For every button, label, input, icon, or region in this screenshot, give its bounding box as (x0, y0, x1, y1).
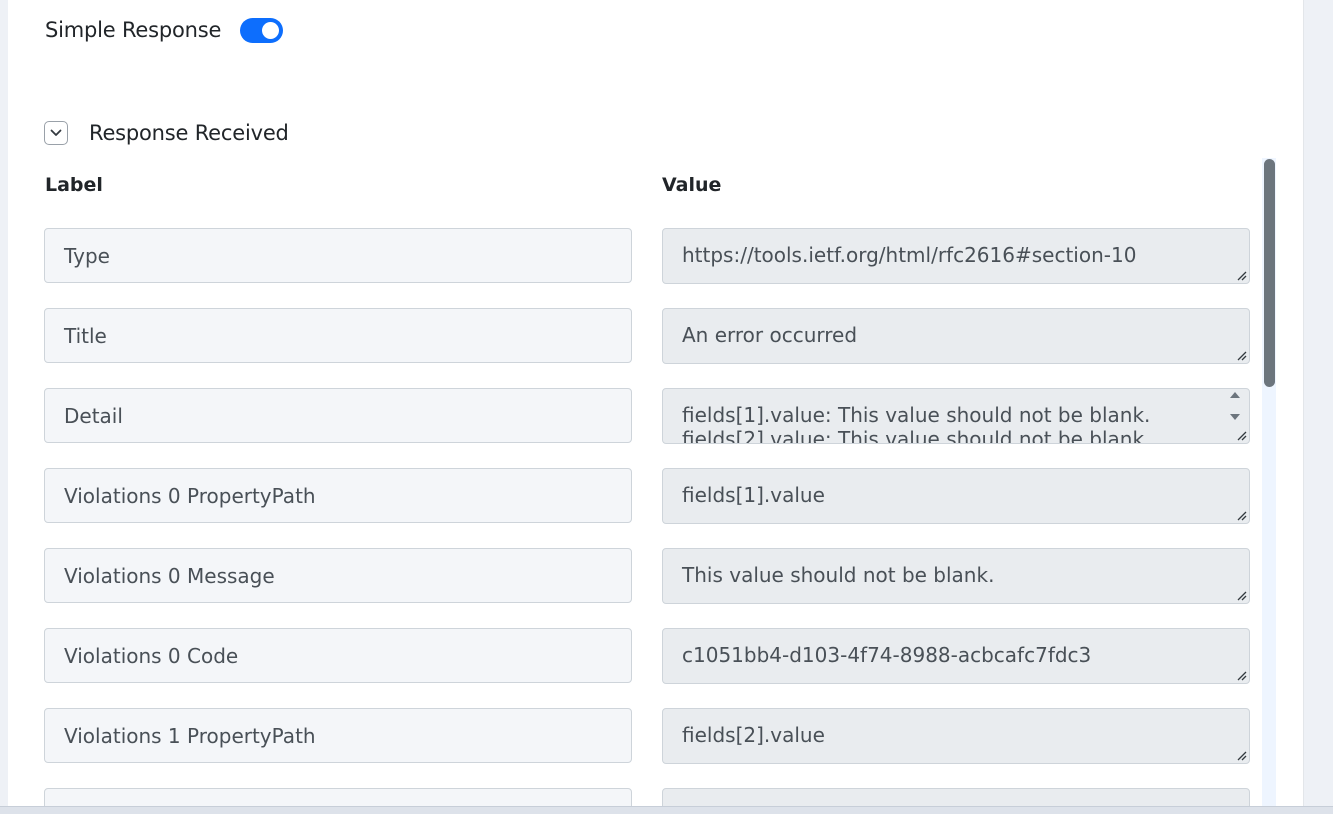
label-input[interactable]: Violations 0 PropertyPath (44, 468, 632, 523)
label-input[interactable] (44, 788, 632, 806)
value-textarea[interactable] (662, 788, 1250, 806)
value-textarea[interactable]: https://tools.ietf.org/html/rfc2616#sect… (662, 228, 1250, 284)
value-text-line-2: fields[2].value: This value should not b… (682, 427, 1151, 444)
field-row: Violations 1 PropertyPath fields[2].valu… (44, 708, 1250, 764)
resize-grip-icon[interactable] (1235, 589, 1247, 601)
resize-grip-icon[interactable] (1235, 349, 1247, 361)
value-textarea[interactable]: fields[1].value: This value should not b… (662, 388, 1250, 444)
resize-grip-icon[interactable] (1235, 429, 1247, 441)
resize-grip-icon[interactable] (1235, 269, 1247, 281)
label-input[interactable]: Violations 1 PropertyPath (44, 708, 632, 763)
label-input[interactable]: Type (44, 228, 632, 283)
response-panel: Simple Response Response Received Label … (8, 0, 1304, 806)
field-row: Violations 0 Message This value should n… (44, 548, 1250, 604)
spin-up-icon[interactable] (1229, 391, 1241, 399)
label-input[interactable]: Violations 0 Code (44, 628, 632, 683)
label-input[interactable]: Detail (44, 388, 632, 443)
value-textarea[interactable]: This value should not be blank. (662, 548, 1250, 604)
section-title: Response Received (89, 121, 289, 145)
collapse-button[interactable] (44, 121, 68, 145)
value-text: fields[2].value (682, 723, 825, 747)
value-text: c1051bb4-d103-4f74-8988-acbcafc7fdc3 (682, 643, 1092, 667)
value-text: This value should not be blank. (682, 563, 995, 587)
field-row: Detail fields[1].value: This value shoul… (44, 388, 1250, 444)
value-text: https://tools.ietf.org/html/rfc2616#sect… (682, 243, 1137, 267)
value-text: fields[1].value: This value should not b… (682, 403, 1151, 427)
field-row: Violations 0 Code c1051bb4-d103-4f74-898… (44, 628, 1250, 684)
resize-grip-icon[interactable] (1235, 509, 1247, 521)
value-column-header: Value (662, 174, 722, 196)
resize-grip-icon[interactable] (1235, 749, 1247, 761)
label-input[interactable]: Violations 0 Message (44, 548, 632, 603)
value-textarea[interactable]: fields[2].value (662, 708, 1250, 764)
simple-response-row: Simple Response (45, 14, 284, 46)
resize-grip-icon[interactable] (1235, 669, 1247, 681)
response-received-header: Response Received (44, 118, 289, 148)
value-textarea[interactable]: c1051bb4-d103-4f74-8988-acbcafc7fdc3 (662, 628, 1250, 684)
window-bottom-edge (0, 806, 1333, 814)
field-row: Violations 0 PropertyPath fields[1].valu… (44, 468, 1250, 524)
toggle-knob (262, 21, 280, 39)
chevron-down-icon (50, 129, 62, 136)
value-text: fields[1].value (682, 483, 825, 507)
textarea-scrollbar[interactable] (1227, 391, 1243, 421)
value-textarea[interactable]: fields[1].value (662, 468, 1250, 524)
value-text: An error occurred (682, 323, 858, 347)
field-row: Title An error occurred (44, 308, 1250, 364)
label-column-header: Label (45, 174, 103, 196)
field-row (44, 788, 1250, 806)
label-input[interactable]: Title (44, 308, 632, 363)
list-scrollbar-thumb[interactable] (1264, 159, 1275, 387)
simple-response-label: Simple Response (45, 18, 222, 42)
value-textarea[interactable]: An error occurred (662, 308, 1250, 364)
simple-response-toggle[interactable] (240, 17, 284, 43)
spin-down-icon[interactable] (1229, 413, 1241, 421)
field-row: Type https://tools.ietf.org/html/rfc2616… (44, 228, 1250, 284)
